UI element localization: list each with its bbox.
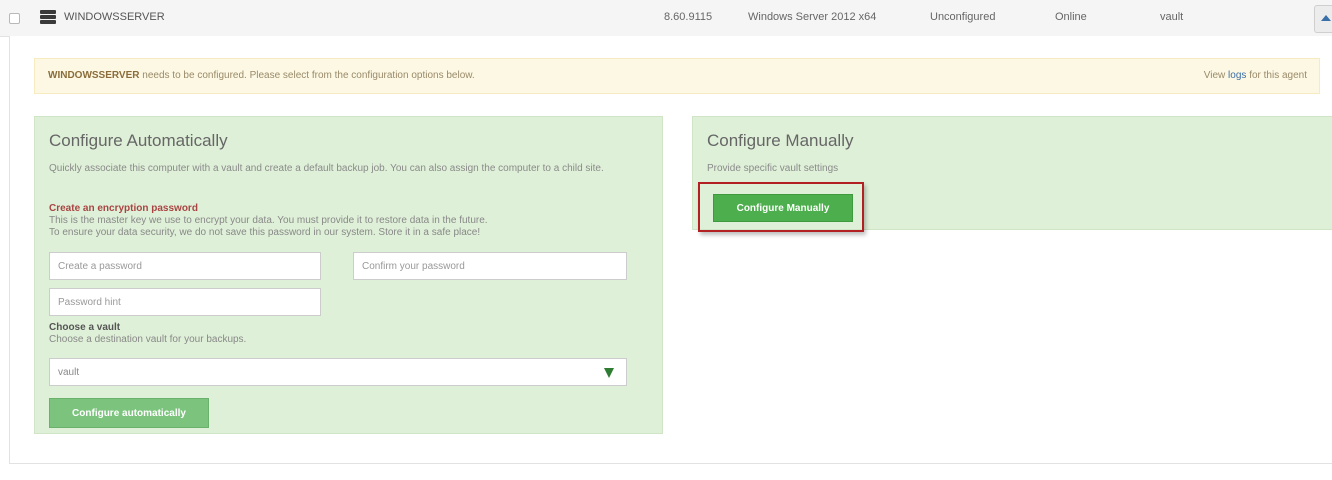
- highlight-box: Configure Manually: [698, 182, 864, 232]
- view-suffix: for this agent: [1249, 70, 1307, 81]
- auto-panel-description: Quickly associate this computer with a v…: [49, 163, 604, 174]
- vault-heading: Choose a vault: [49, 322, 121, 333]
- logs-link[interactable]: logs: [1228, 70, 1246, 81]
- encryption-line-1: This is the master key we use to encrypt…: [49, 215, 488, 226]
- row-checkbox[interactable]: [9, 13, 20, 24]
- alert-agent-name: WINDOWSSERVER: [48, 70, 140, 81]
- agent-details: WINDOWSSERVER needs to be configured. Pl…: [9, 36, 1332, 464]
- create-password-field[interactable]: [49, 252, 321, 280]
- encryption-heading: Create an encryption password: [49, 203, 198, 214]
- online-status: Online: [1055, 11, 1087, 23]
- configure-automatically-button[interactable]: Configure automatically: [49, 398, 209, 428]
- view-prefix: View: [1203, 70, 1226, 81]
- agent-row[interactable]: WINDOWSSERVER 8.60.9115 Windows Server 2…: [0, 0, 1332, 37]
- chevron-up-icon[interactable]: [1314, 5, 1332, 33]
- vault-select-value: vault: [58, 367, 80, 378]
- configure-manually-panel: Configure Manually Provide specific vaul…: [692, 116, 1332, 232]
- vault-text: Choose a destination vault for your back…: [49, 334, 247, 345]
- alert-message: WINDOWSSERVER needs to be configured. Pl…: [48, 70, 475, 81]
- encryption-line-2: To ensure your data security, we do not …: [49, 227, 481, 238]
- password-hint-field[interactable]: [49, 288, 321, 316]
- auto-panel-title: Configure Automatically: [49, 131, 228, 150]
- manual-panel-description: Provide specific vault settings: [707, 163, 839, 174]
- view-logs: View logs for this agent: [1204, 70, 1307, 81]
- agent-vault: vault: [1160, 11, 1184, 23]
- configure-manually-button[interactable]: Configure Manually: [713, 194, 853, 222]
- config-status: Unconfigured: [930, 11, 996, 23]
- agent-os: Windows Server 2012 x64: [748, 11, 877, 23]
- manual-panel-title: Configure Manually: [707, 131, 854, 150]
- agent-version: 8.60.9115: [664, 11, 713, 23]
- server-icon: [40, 10, 56, 24]
- configuration-alert: WINDOWSSERVER needs to be configured. Pl…: [34, 58, 1320, 94]
- confirm-password-field[interactable]: [353, 252, 627, 280]
- dropdown-arrow-icon: [604, 368, 614, 378]
- vault-select[interactable]: vault: [49, 358, 627, 386]
- configure-automatically-panel: Configure Automatically Quickly associat…: [34, 116, 663, 434]
- alert-text: needs to be configured. Please select fr…: [142, 70, 475, 81]
- agent-name: WINDOWSSERVER: [64, 11, 165, 23]
